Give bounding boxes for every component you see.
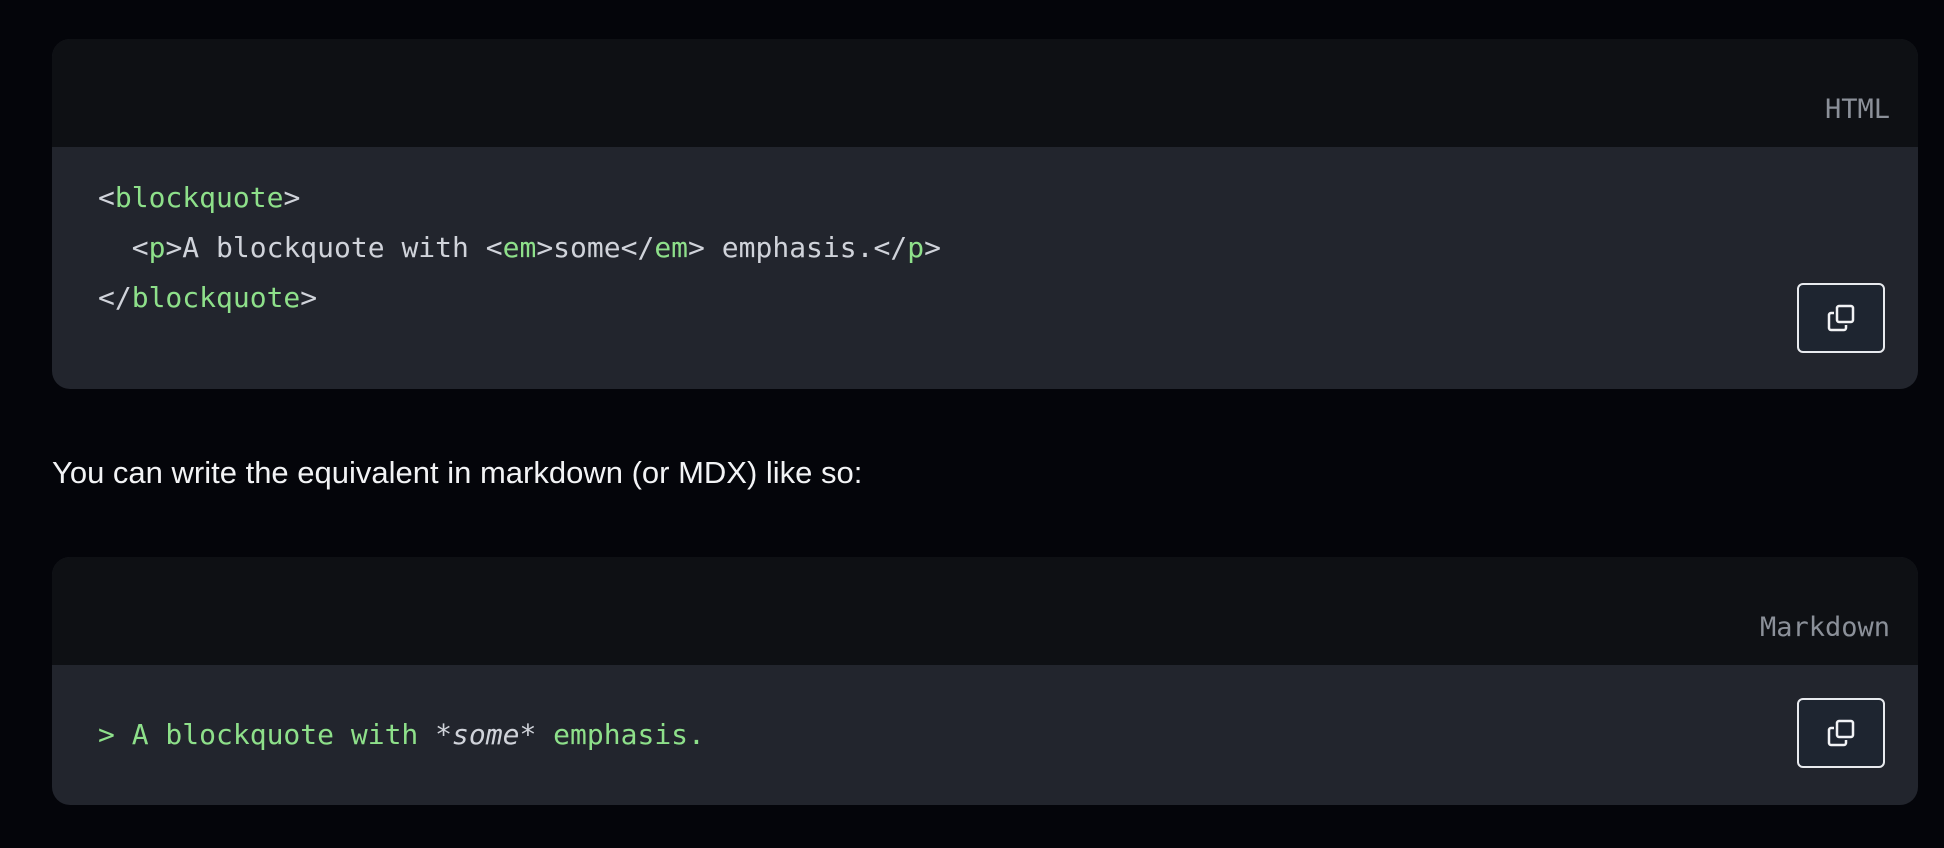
copy-button[interactable] [1797, 283, 1885, 353]
code-token: > [924, 231, 941, 264]
code-token: >A blockquote with < [165, 231, 503, 264]
language-label: Markdown [1759, 612, 1890, 643]
copy-icon [1827, 719, 1855, 747]
code-token-highlight: blockquote [131, 281, 301, 314]
code-token: >some</ [536, 231, 655, 264]
code-content: > A blockquote with *some* emphasis. [98, 710, 705, 760]
code-token: > emphasis.</ [688, 231, 908, 264]
code-token: > [283, 181, 301, 214]
code-token: *some* [435, 718, 537, 751]
code-line: <blockquote> [98, 173, 941, 223]
code-token-highlight: p [148, 231, 166, 264]
code-token: > [300, 281, 318, 314]
code-token-highlight: em [502, 231, 537, 264]
code-token-highlight: blockquote [114, 181, 284, 214]
code-line: </blockquote> [98, 273, 941, 323]
code-token-highlight: emphasis. [536, 718, 705, 751]
code-block-html: HTML <blockquote> <p>A blockquote with <… [52, 39, 1918, 389]
code-token-highlight: p [907, 231, 925, 264]
code-block-header: Markdown [52, 557, 1918, 665]
copy-button[interactable] [1797, 698, 1885, 768]
code-token-highlight: em [654, 231, 689, 264]
copy-icon [1827, 304, 1855, 332]
language-label: HTML [1824, 94, 1890, 125]
paragraph: You can write the equivalent in markdown… [52, 455, 863, 490]
code-token: </ [98, 281, 132, 314]
code-content: <blockquote> <p>A blockquote with <em>so… [98, 173, 941, 323]
code-block-markdown: Markdown > A blockquote with *some* emph… [52, 557, 1918, 805]
code-token-highlight: > A blockquote with [98, 718, 436, 751]
code-block-header: HTML [52, 39, 1918, 147]
code-line: <p>A blockquote with <em>some</em> empha… [98, 223, 941, 273]
code-line: > A blockquote with *some* emphasis. [98, 710, 705, 760]
code-token: < [98, 181, 115, 214]
code-token: < [98, 231, 149, 264]
